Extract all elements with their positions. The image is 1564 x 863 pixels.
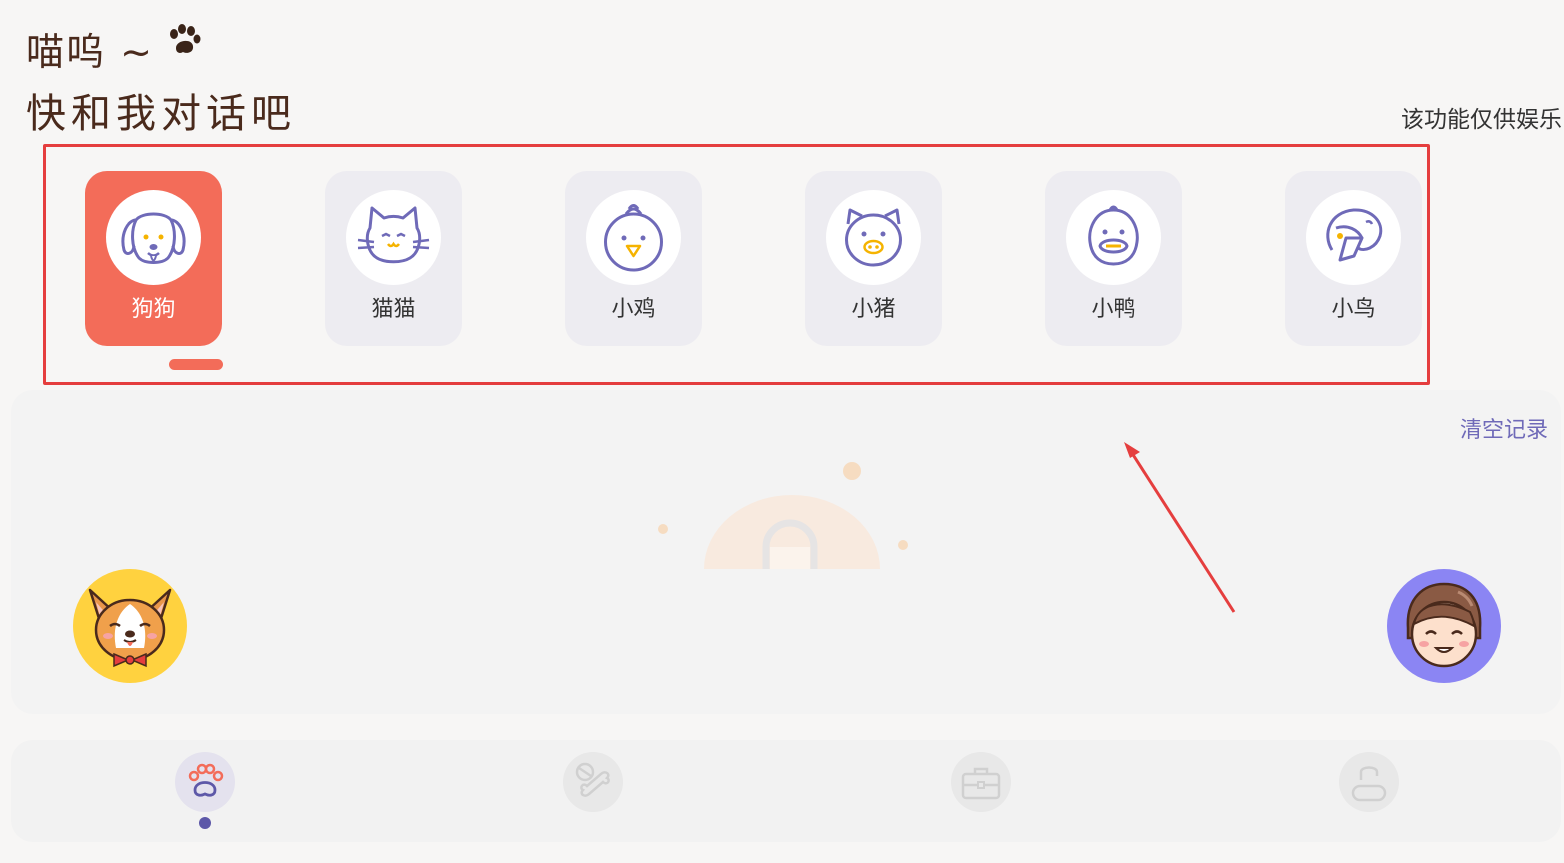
animal-card-cat[interactable]: 猫猫 [325, 171, 462, 346]
nav-toolbox-button[interactable] [951, 752, 1011, 812]
bird-icon [1326, 208, 1383, 262]
animal-card-duck[interactable]: 小鸭 [1045, 171, 1182, 346]
nav-paw-button[interactable] [175, 752, 235, 812]
animal-card-chick[interactable]: 小鸡 [565, 171, 702, 346]
pig-icon [845, 208, 902, 267]
greeting-title: 喵呜 ~ [26, 30, 154, 74]
animal-card-dog[interactable]: 狗狗 [85, 171, 222, 346]
animal-label: 猫猫 [371, 297, 416, 322]
user-icon [1351, 766, 1387, 802]
highlight-annotation-box [43, 144, 1430, 385]
annotation-arrow [1124, 442, 1236, 613]
duck-icon [1088, 205, 1139, 266]
clear-records-button[interactable]: 清空记录 [1460, 416, 1548, 446]
nav-user-button[interactable] [1339, 752, 1399, 812]
cat-icon [357, 206, 430, 264]
animal-card-bird[interactable]: 小鸟 [1285, 171, 1422, 346]
animal-label: 小猪 [851, 297, 896, 322]
animal-label: 小鸟 [1331, 297, 1376, 322]
paw-print-icon [170, 24, 201, 53]
dog-icon [121, 212, 186, 264]
bottom-nav [11, 740, 1561, 842]
selected-indicator [169, 359, 223, 370]
pet-avatar [73, 569, 187, 683]
bone-icon [575, 762, 610, 797]
greeting-subtitle: 快和我对话吧 [26, 91, 296, 137]
user-avatar [1387, 569, 1501, 683]
animal-label: 小鸡 [611, 297, 656, 322]
disclaimer-text: 该功能仅供娱乐 [1401, 107, 1562, 133]
empty-state-illustration [658, 462, 908, 569]
animal-label: 小鸭 [1091, 297, 1136, 322]
paw-icon [188, 763, 224, 797]
chick-icon [604, 204, 663, 272]
toolbox-icon [961, 767, 1001, 800]
nav-active-dot [199, 817, 211, 829]
nav-bone-button[interactable] [563, 752, 623, 812]
animal-card-pig[interactable]: 小猪 [805, 171, 942, 346]
animal-label: 狗狗 [131, 297, 176, 322]
